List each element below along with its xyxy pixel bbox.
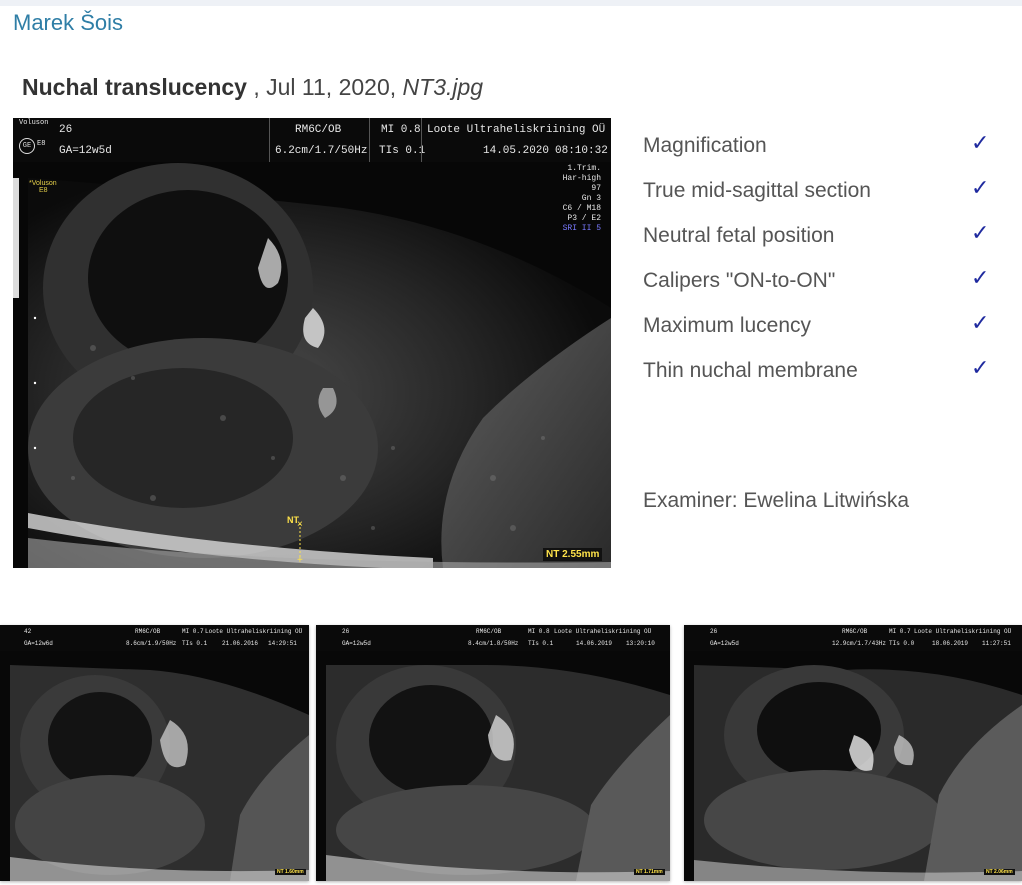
checkmark-icon: ✓	[971, 130, 990, 155]
checklist-item: Maximum lucency ✓	[643, 310, 1003, 355]
top-bar	[0, 0, 1022, 6]
checklist-item: Neutral fetal position ✓	[643, 220, 1003, 265]
ultrasound-scan-graphic: + ×	[13, 162, 611, 568]
nt-measurement: NT 1.71mm	[634, 869, 665, 875]
probe: RM6C/OB	[295, 124, 342, 136]
checklist-item: Magnification ✓	[643, 130, 1003, 175]
thumbnail-3[interactable]: 26 GA=12w5d RM6C/OB 12.9cm/1.7/43Hz MI 0…	[684, 625, 1022, 881]
mechanical-index: MI 0.8	[381, 124, 421, 136]
checkmark-icon: ✓	[971, 265, 990, 290]
thumbnail-2[interactable]: 26 GA=12w5d RM6C/OB 8.4cm/1.8/50Hz MI 0.…	[316, 625, 670, 881]
scan-parameters: 1.Trim. Har-high 97 Gn 3 C6 / M18 P3 / E…	[562, 164, 601, 233]
exam-type: Nuchal translucency	[22, 74, 247, 100]
scan-date: 14.05.2020	[483, 145, 550, 157]
checkmark-icon: ✓	[971, 220, 990, 245]
author-name[interactable]: Marek Šois	[13, 10, 123, 36]
ge-logo-icon: GE	[19, 138, 35, 154]
nt-measurement: NT 1.60mm	[275, 869, 306, 875]
checklist-item: Thin nuchal membrane ✓	[643, 355, 1003, 400]
checklist-item: Calipers "ON-to-ON" ✓	[643, 265, 1003, 310]
checklist-label: True mid-sagittal section	[643, 179, 871, 202]
nt-measurement: NT 2.06mm	[984, 869, 1015, 875]
gestational-age: GA=12w5d	[59, 145, 112, 157]
nt-caliper-label: NT	[287, 515, 299, 525]
checkmark-icon: ✓	[971, 310, 990, 335]
clinic-name: Loote Ultraheliskriining OÜ	[427, 124, 606, 136]
thumbnail-header: 26 GA=12w5d RM6C/OB 12.9cm/1.7/43Hz MI 0…	[684, 625, 1022, 651]
depth-settings: 6.2cm/1.7/50Hz	[275, 145, 368, 157]
main-ultrasound-image[interactable]: + × Voluson GE E8 26 GA=12w5d RM6C/OB 6.…	[13, 118, 611, 568]
scan-time: 08:10:32	[555, 145, 608, 157]
title-separator: ,	[246, 74, 267, 100]
examiner-name: Examiner: Ewelina Litwińska	[643, 489, 910, 512]
quality-checklist: Magnification ✓ True mid-sagittal sectio…	[643, 130, 1003, 400]
voluson-logo: Voluson	[19, 119, 49, 127]
svg-text:+: +	[297, 555, 303, 566]
checklist-label: Calipers "ON-to-ON"	[643, 269, 836, 292]
nt-measurement: NT 2.55mm	[543, 548, 603, 561]
thermal-index: TIs 0.1	[379, 145, 426, 157]
checklist-item: True mid-sagittal section ✓	[643, 175, 1003, 220]
checkmark-icon: ✓	[971, 355, 990, 380]
image-filename[interactable]: NT3.jpg	[403, 74, 484, 100]
thumbnail-1[interactable]: 42 GA=12w6d RM6C/OB 8.6cm/1.9/50Hz MI 0.…	[0, 625, 309, 881]
checkmark-icon: ✓	[971, 175, 990, 200]
checklist-label: Maximum lucency	[643, 314, 812, 337]
checklist-label: Neutral fetal position	[643, 224, 835, 247]
logo-sub: E8	[37, 140, 46, 148]
exam-date: Jul 11, 2020,	[266, 74, 397, 100]
checklist-label: Thin nuchal membrane	[643, 359, 858, 382]
checklist-label: Magnification	[643, 134, 767, 157]
record-title: Nuchal translucency , Jul 11, 2020, NT3.…	[22, 74, 483, 101]
ultrasound-header: Voluson GE E8 26 GA=12w5d RM6C/OB 6.2cm/…	[13, 118, 611, 162]
thumbnail-header: 26 GA=12w5d RM6C/OB 8.4cm/1.8/50Hz MI 0.…	[316, 625, 670, 651]
voluson-tag: *Voluson E8	[29, 180, 57, 194]
patient-id: 26	[59, 124, 73, 136]
thumbnail-header: 42 GA=12w6d RM6C/OB 8.6cm/1.9/50Hz MI 0.…	[0, 625, 309, 651]
